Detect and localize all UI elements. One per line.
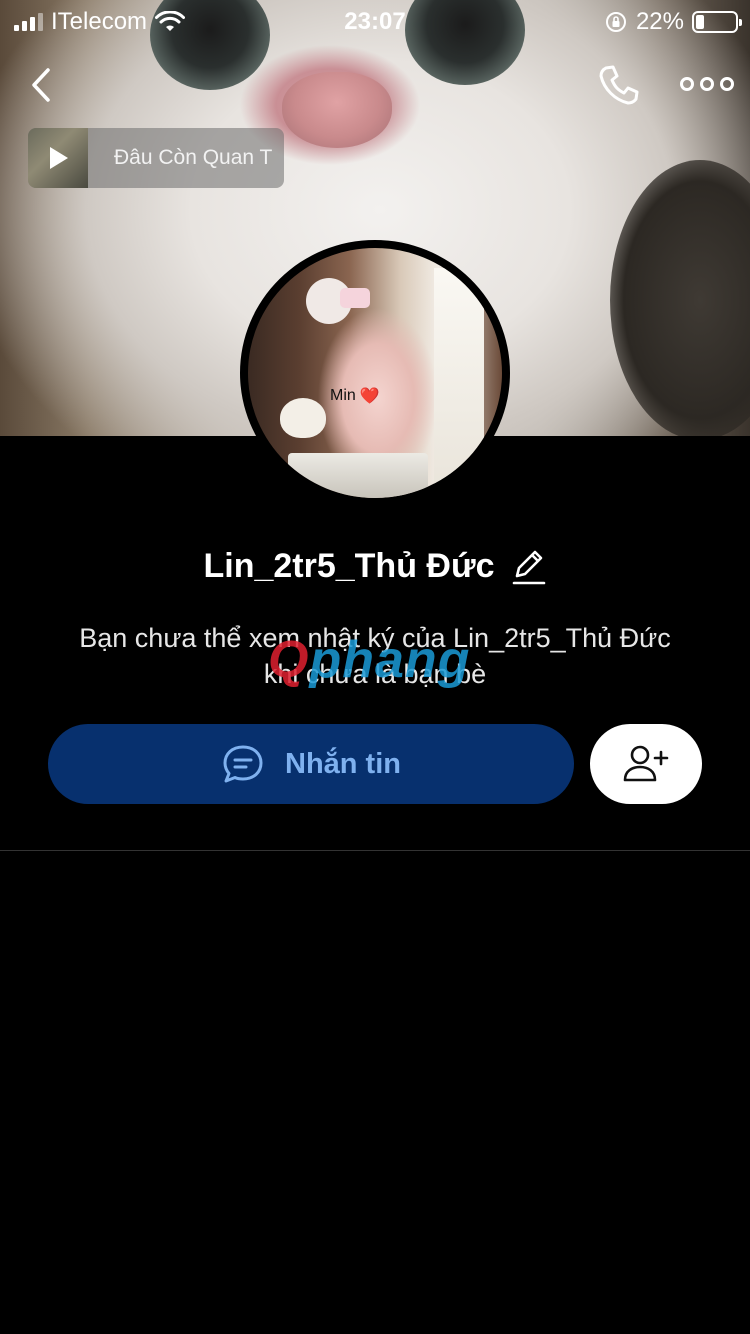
watermark-logo: Qphang (268, 630, 470, 690)
status-right: 22% (604, 8, 742, 36)
add-friend-icon (623, 745, 669, 782)
pencil-icon[interactable] (511, 546, 547, 586)
phone-icon[interactable] (596, 62, 642, 108)
heart-icon: ❤️ (359, 388, 380, 405)
avatar-bag (280, 398, 326, 438)
add-friend-button[interactable] (590, 724, 702, 804)
more-dot (680, 77, 694, 91)
profile-name: Lin_2tr5_Thủ Đức (203, 546, 495, 585)
avatar-caption: Min ❤️ (330, 386, 380, 406)
battery-icon (692, 11, 742, 33)
section-divider (0, 850, 750, 851)
avatar-bg-light (434, 268, 484, 498)
more-dot (700, 77, 714, 91)
profile-music-chip[interactable]: Đâu Còn Quan T (28, 128, 284, 188)
watermark-part1: Q (268, 631, 310, 689)
cover-shadow (610, 160, 750, 436)
more-dot (720, 77, 734, 91)
profile-name-row: Lin_2tr5_Thủ Đức (0, 546, 750, 586)
back-chevron-icon[interactable] (24, 60, 64, 110)
avatar[interactable]: Min ❤️ (240, 240, 510, 506)
avatar-bg-sink (288, 453, 428, 498)
cover-cat-nose (282, 72, 392, 148)
more-options-icon[interactable] (680, 66, 734, 102)
music-thumbnail (28, 128, 88, 188)
message-button-label: Nhắn tin (285, 747, 401, 780)
avatar-phone (340, 288, 370, 308)
battery-fill (696, 15, 704, 29)
watermark-part2: phang (309, 631, 471, 689)
message-button[interactable]: Nhắn tin (48, 724, 574, 804)
music-title: Đâu Còn Quan T (114, 146, 273, 169)
play-icon[interactable] (50, 147, 68, 169)
battery-percent: 22% (635, 8, 684, 35)
status-bar: ITelecom 23:07 22% (0, 0, 750, 40)
orientation-lock-icon (605, 12, 626, 32)
avatar-caption-text: Min (330, 387, 356, 404)
chat-bubble-icon (223, 745, 263, 783)
